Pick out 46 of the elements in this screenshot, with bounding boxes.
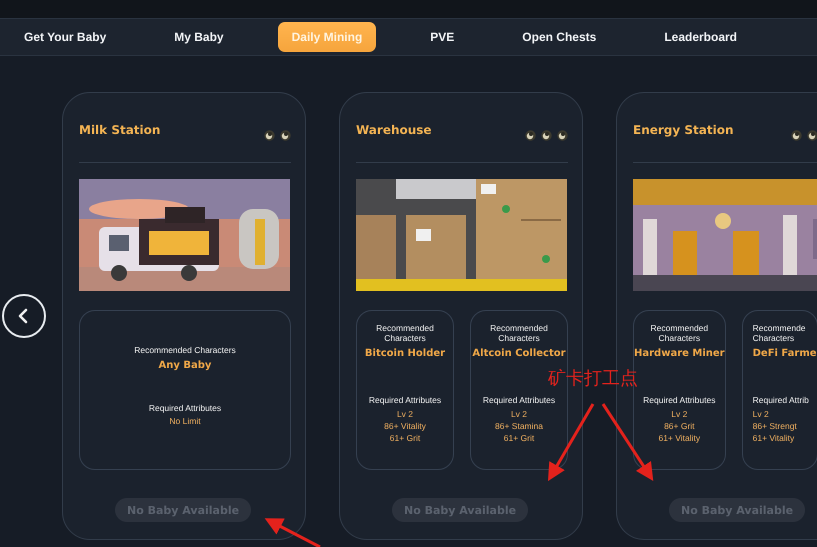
coin-icon (557, 130, 568, 141)
nav-tab[interactable]: Open Chests (508, 22, 610, 52)
attribute-value: Lv 2 (396, 408, 414, 420)
attribute-value: Lv 2 (510, 408, 528, 420)
coin-icon (541, 130, 552, 141)
recommended-label: Recommende Characters (752, 323, 807, 343)
station-title: Energy Station (633, 123, 734, 137)
coin-icon (280, 130, 291, 141)
attribute-value: 61+ Grit (504, 432, 534, 444)
station-title: Milk Station (79, 123, 160, 137)
attribute-value: 86+ Stamina (495, 420, 543, 432)
nav-tab[interactable]: My Baby (160, 22, 238, 52)
recommended-label: Recommended Characters (375, 323, 435, 343)
attribute-value: 61+ Vitality (658, 432, 700, 444)
recommended-label: Recommended Characters (489, 323, 549, 343)
attributes-label: Required Attributes (482, 395, 556, 405)
recommended-label: Recommended Characters (134, 345, 236, 355)
station-title: Warehouse (356, 123, 432, 137)
coin-icon (525, 130, 536, 141)
attribute-value: Lv 2 (671, 408, 688, 420)
coin-icon (791, 130, 802, 141)
character-name: Bitcoin Holder (364, 348, 446, 359)
previous-button[interactable] (2, 294, 46, 338)
attributes-label: Required Attrib (752, 395, 809, 405)
attribute-value: 86+ Grit (664, 420, 695, 432)
recommended-label: Recommended Characters (649, 323, 710, 343)
attributes-label: Required Attributes (148, 403, 222, 413)
attribute-value: 86+ Strengt (752, 420, 797, 432)
nav-tab[interactable]: Leaderboard (650, 22, 751, 52)
character-name: Any Baby (158, 360, 212, 371)
attributes-label: Required Attributes (643, 395, 716, 405)
coin-icon (264, 130, 275, 141)
attribute-value: Lv 2 (752, 408, 769, 420)
nav-tab[interactable]: PVE (416, 22, 468, 52)
attribute-value: 61+ Grit (390, 432, 420, 444)
coin-icon (807, 130, 817, 141)
character-name: Altcoin Collector (472, 348, 566, 359)
annotation-arrow (264, 518, 321, 547)
attribute-value: No Limit (169, 415, 201, 427)
attributes-label: Required Attributes (368, 395, 442, 405)
nav-tab[interactable]: Get Your Baby (10, 22, 120, 52)
character-name: Hardware Miner (634, 348, 725, 359)
attribute-value: 61+ Vitality (752, 432, 794, 444)
attribute-value: 86+ Vitality (384, 420, 426, 432)
character-name: DeFi Farme (752, 348, 817, 359)
annotation-text: 矿卡打工点 (548, 367, 638, 390)
